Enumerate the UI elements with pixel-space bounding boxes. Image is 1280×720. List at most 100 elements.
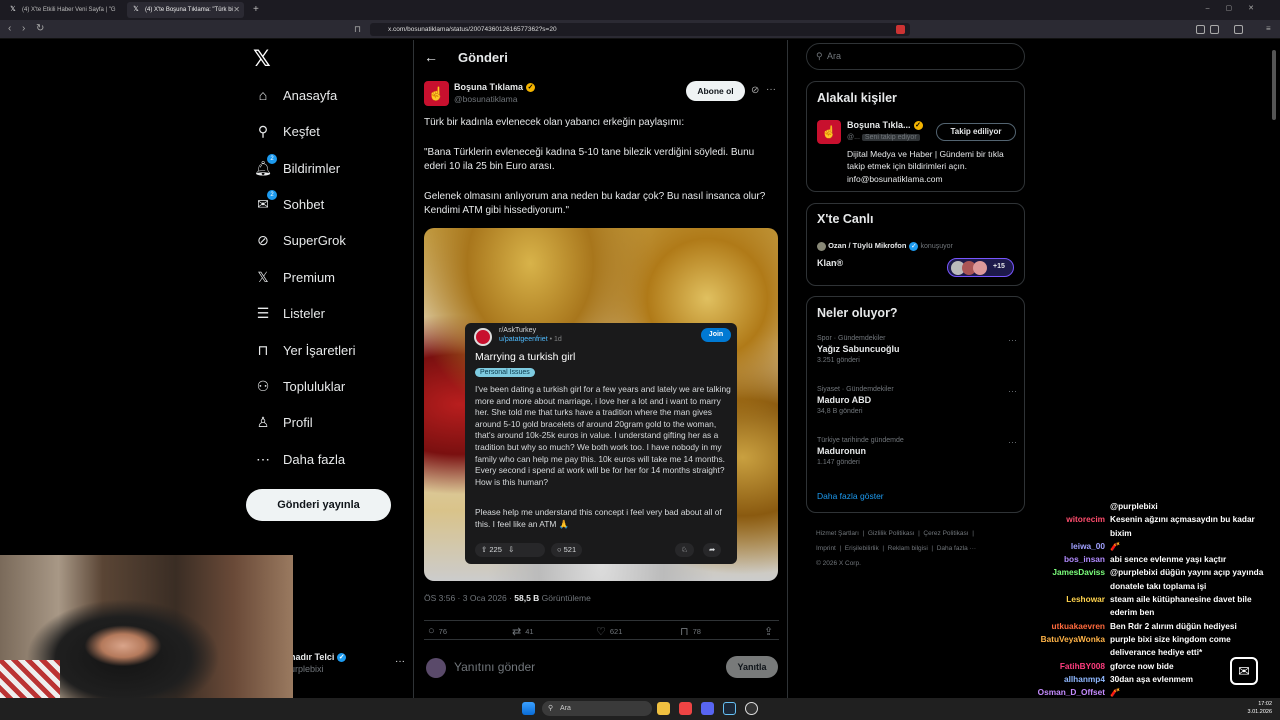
nav-supergrok[interactable]: ⊘ SuperGrok	[245, 225, 410, 255]
nav-notifications[interactable]: 🔔︎ 2 Bildirimler	[245, 153, 410, 183]
extensions-icon[interactable]	[1196, 25, 1205, 34]
new-tab-button[interactable]: +	[250, 2, 264, 18]
downloads-icon[interactable]	[1234, 25, 1243, 34]
bookmark-action[interactable]: ⊓ 78	[680, 625, 701, 638]
repost-action[interactable]: ⇄ 41	[512, 625, 534, 638]
avatar	[817, 241, 826, 251]
following-button[interactable]: Takip ediliyor	[936, 123, 1016, 141]
footer-link[interactable]: Imprint	[816, 545, 836, 552]
reply-button[interactable]: Yanıtla	[726, 656, 778, 678]
search-icon: ⚲	[816, 51, 823, 61]
related-name[interactable]: Boşuna Tıkla... ✓	[847, 120, 923, 131]
chat-message: Leshowar steam aile kütüphanesine davet b…	[1028, 593, 1276, 620]
chat-text: steam aile kütüphanesine davet bile eder…	[1110, 594, 1252, 618]
chat-text: abi sence evlenme yaşı kaçtır	[1110, 554, 1227, 565]
related-avatar[interactable]: ☝	[817, 120, 841, 144]
nav-more[interactable]: ⋯ Daha fazla	[245, 444, 410, 474]
nav-explore[interactable]: ⚲ Keşfet	[245, 116, 410, 146]
nav-lists[interactable]: ☰ Listeler	[245, 298, 410, 328]
nav-profile[interactable]: ♙ Profil	[245, 407, 410, 437]
search-icon: ⚲	[548, 705, 554, 712]
avatar	[426, 658, 446, 678]
trend-item[interactable]: Siyaset · Gündemdekiler Maduro ABD 34,8 B …	[817, 386, 1017, 415]
taskbar-search[interactable]: ⚲ Ara	[542, 701, 652, 716]
back-icon[interactable]: ‹	[8, 23, 11, 35]
url-field[interactable]: x.com/bosunatiklama/status/2007436012616…	[370, 23, 910, 36]
footer-link[interactable]: Erişilebilirlik	[845, 545, 879, 552]
reply-input[interactable]: Yanıtını gönder	[454, 660, 535, 674]
bookmark-page-icon[interactable]: ⊓	[354, 23, 361, 35]
follows-you-badge: Seni takip ediyor	[861, 134, 920, 141]
nav-premium[interactable]: 𝕏 Premium	[245, 262, 410, 292]
system-clock[interactable]: 17:02 3.01.2026	[1248, 700, 1272, 716]
scrollbar-thumb[interactable]	[1272, 50, 1276, 120]
footer-link[interactable]: Reklam bilgisi	[888, 545, 928, 552]
more-icon[interactable]: ···	[395, 656, 405, 667]
subscribe-button[interactable]: Abone ol	[686, 81, 745, 101]
account-switcher[interactable]: ahadır Telci ✓ purplebixi ···	[285, 652, 405, 684]
sidebar-icon[interactable]	[1210, 25, 1219, 34]
post-meta: ÖS 3:56 · 3 Oca 2026 · 58,5 B Görüntülem…	[424, 593, 591, 603]
browser-tab-2[interactable]: 𝕏 (4) X'te Boşuna Tıklama: "Türk bi ✕	[127, 2, 244, 18]
author-avatar[interactable]: ☝	[424, 81, 449, 106]
more-icon[interactable]: ···	[1008, 386, 1017, 396]
x-logo-icon[interactable]: 𝕏	[253, 47, 271, 72]
chat-username: witorecim	[1066, 514, 1105, 525]
footer-link[interactable]: Daha fazla ···	[937, 545, 976, 552]
trend-item[interactable]: Türkiye tarihinde gündemde Maduronun 1.147…	[817, 437, 1017, 466]
comments-pill: ○ 521	[551, 543, 583, 557]
trend-item[interactable]: Spor · Gündemdekiler Yağız Sabuncuoğlu 3.2…	[817, 335, 1017, 364]
nav-home[interactable]: ⌂ Anasayfa	[245, 80, 410, 110]
author-name[interactable]: Boşuna Tıklama ✓	[454, 82, 536, 93]
related-handle: @... Seni takip ediyor	[847, 134, 920, 141]
footer-link[interactable]: Gizlilik Politikası	[868, 530, 915, 537]
live-spaces: X'te Canlı Ozan / Tüylü Mikrofon ✓ konuşu…	[806, 203, 1025, 286]
post-header: ← Gönderi	[414, 40, 789, 76]
chat-text: @purplebixi	[1110, 501, 1158, 511]
post-button[interactable]: Gönderi yayınla	[246, 489, 391, 521]
downvote-icon: ⇩	[508, 545, 515, 554]
chat-username: leiwa_00	[1070, 540, 1105, 551]
show-more-link[interactable]: Daha fazla göster	[817, 491, 884, 501]
nav-messages[interactable]: ✉ 2 Sohbet	[245, 189, 410, 219]
more-icon: ⋯	[256, 450, 270, 467]
post-image[interactable]: r/AskTurkey u/patatgeenfriet • 1d Join M…	[424, 228, 778, 581]
share-action[interactable]: ⇪	[764, 625, 777, 638]
close-icon[interactable]: ✕	[233, 2, 240, 18]
author-handle[interactable]: @bosunatiklama	[454, 94, 517, 104]
obs-icon[interactable]	[745, 702, 758, 715]
verified-icon: ✓	[909, 241, 919, 251]
heart-icon: ♡	[596, 626, 606, 638]
like-action[interactable]: ♡ 621	[596, 625, 622, 638]
reply-action[interactable]: ○ 76	[428, 625, 447, 637]
nav-bookmarks[interactable]: ⊓ Yer İşaretleri	[245, 335, 410, 365]
nav-communities[interactable]: ⚇ Topluluklar	[245, 371, 410, 401]
live-host[interactable]: Ozan / Tüylü Mikrofon ✓ konuşuyor	[817, 241, 953, 251]
more-icon[interactable]: ···	[1008, 437, 1017, 447]
grok-icon[interactable]: ⊘	[751, 85, 759, 96]
live-space-name[interactable]: Klan®	[817, 258, 843, 268]
reload-icon[interactable]: ↻	[36, 23, 44, 35]
windows-start-icon[interactable]	[522, 702, 535, 715]
forward-icon[interactable]: ›	[22, 23, 25, 35]
brave-icon[interactable]	[679, 702, 692, 715]
more-icon[interactable]: ···	[1008, 335, 1017, 345]
discord-icon[interactable]	[701, 702, 714, 715]
footer-link[interactable]: Hizmet Şartları	[816, 530, 859, 537]
reddit-title: Marrying a turkish girl	[475, 351, 576, 363]
subreddit-avatar	[474, 328, 492, 346]
menu-icon[interactable]: ≡	[1266, 25, 1275, 34]
search-input[interactable]: ⚲ Ara	[806, 43, 1025, 70]
window-controls[interactable]: –▢✕	[1206, 4, 1270, 12]
steam-icon[interactable]	[723, 702, 736, 715]
more-icon[interactable]: ···	[766, 84, 776, 95]
award-icon: ♘	[675, 543, 694, 557]
back-arrow-icon[interactable]: ←	[424, 49, 438, 65]
listeners-pill[interactable]: +15	[947, 258, 1014, 277]
file-explorer-icon[interactable]	[657, 702, 670, 715]
chat-message: @purplebixi	[1028, 500, 1276, 513]
shield-icon[interactable]	[896, 25, 905, 34]
footer-link[interactable]: Çerez Politikası	[923, 530, 968, 537]
browser-tab-1[interactable]: 𝕏 (4) X'te Etkili Haber Veni Sayfa | "G	[4, 2, 124, 18]
chat-username: BatuVeyaWonka	[1040, 633, 1105, 644]
